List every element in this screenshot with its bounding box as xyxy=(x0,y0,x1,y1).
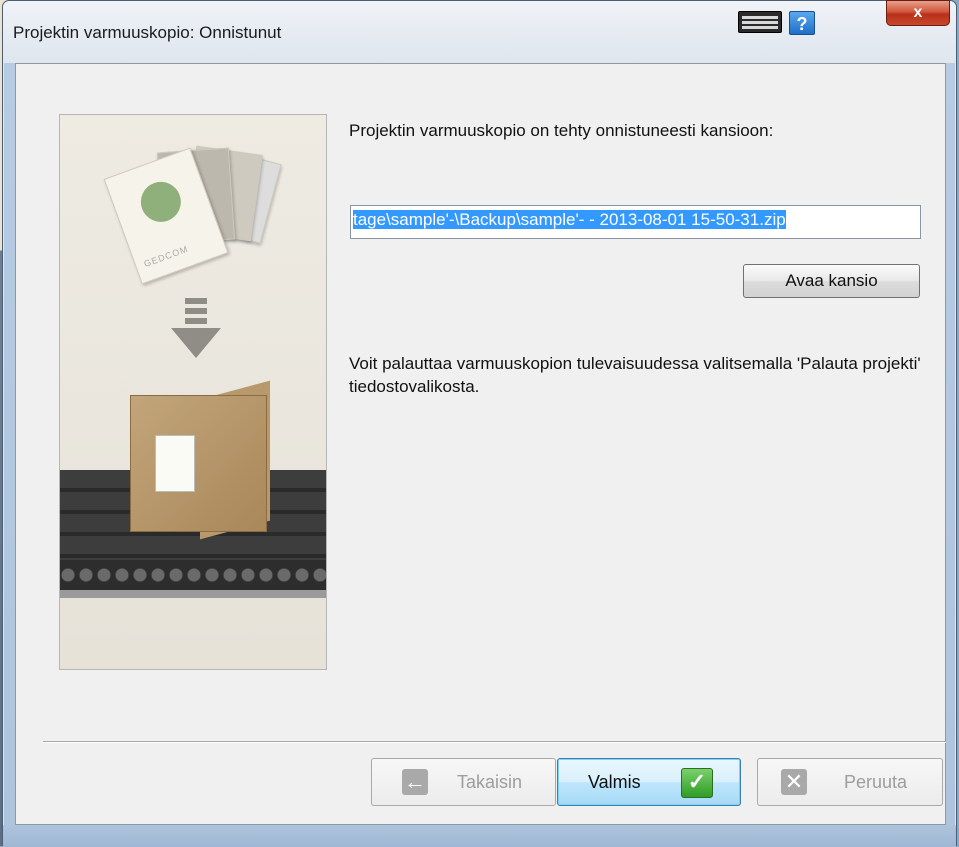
title-bar[interactable]: Projektin varmuuskopio: Onnistunut ? x xyxy=(3,0,956,63)
window-frame-bottom xyxy=(3,825,956,847)
arrow-bar xyxy=(185,318,207,324)
tree-icon xyxy=(135,176,187,228)
back-arrow-icon: ← xyxy=(402,769,428,795)
backup-path-field[interactable]: tage\sample'-\Backup\sample'- - 2013-08-… xyxy=(350,205,921,239)
arrow-bar xyxy=(185,308,207,314)
keyboard-icon[interactable] xyxy=(738,11,782,33)
cancel-button-label: Peruuta xyxy=(844,772,908,792)
cancel-button[interactable]: ✕ Peruuta xyxy=(757,758,943,806)
conveyor-edge xyxy=(60,590,326,598)
down-arrow-icon xyxy=(171,328,221,358)
window-title: Projektin varmuuskopio: Onnistunut xyxy=(13,23,282,42)
checkmark-icon: ✓ xyxy=(681,768,713,798)
help-icon[interactable]: ? xyxy=(789,11,815,35)
backup-path-text: tage\sample'-\Backup\sample'- - 2013-08-… xyxy=(353,210,786,229)
close-button[interactable]: x xyxy=(886,0,950,26)
backup-illustration: GEDCOM xyxy=(59,114,327,670)
success-message: Projektin varmuuskopio on tehty onnistun… xyxy=(349,121,774,140)
arrow-bar xyxy=(185,298,207,304)
finish-button-label: Valmis xyxy=(588,772,641,792)
open-folder-button[interactable]: Avaa kansio xyxy=(743,264,920,298)
cardboard-box-icon xyxy=(130,395,267,532)
restore-hint: Voit palauttaa varmuuskopion tulevaisuud… xyxy=(349,354,921,396)
finish-button[interactable]: Valmis ✓ xyxy=(557,758,741,806)
cancel-x-icon: ✕ xyxy=(781,769,807,795)
dialog-content: GEDCOM Projektin varmuuskopio on tehty o… xyxy=(15,63,946,825)
conveyor-rollers xyxy=(60,560,326,590)
backup-dialog-window: Projektin varmuuskopio: Onnistunut ? x G… xyxy=(2,0,957,847)
gedcom-brand-text: GEDCOM xyxy=(142,243,190,270)
footer-divider xyxy=(43,741,946,743)
box-label xyxy=(155,435,195,492)
back-button-label: Takaisin xyxy=(457,772,523,792)
back-button[interactable]: ← Takaisin xyxy=(371,758,556,806)
